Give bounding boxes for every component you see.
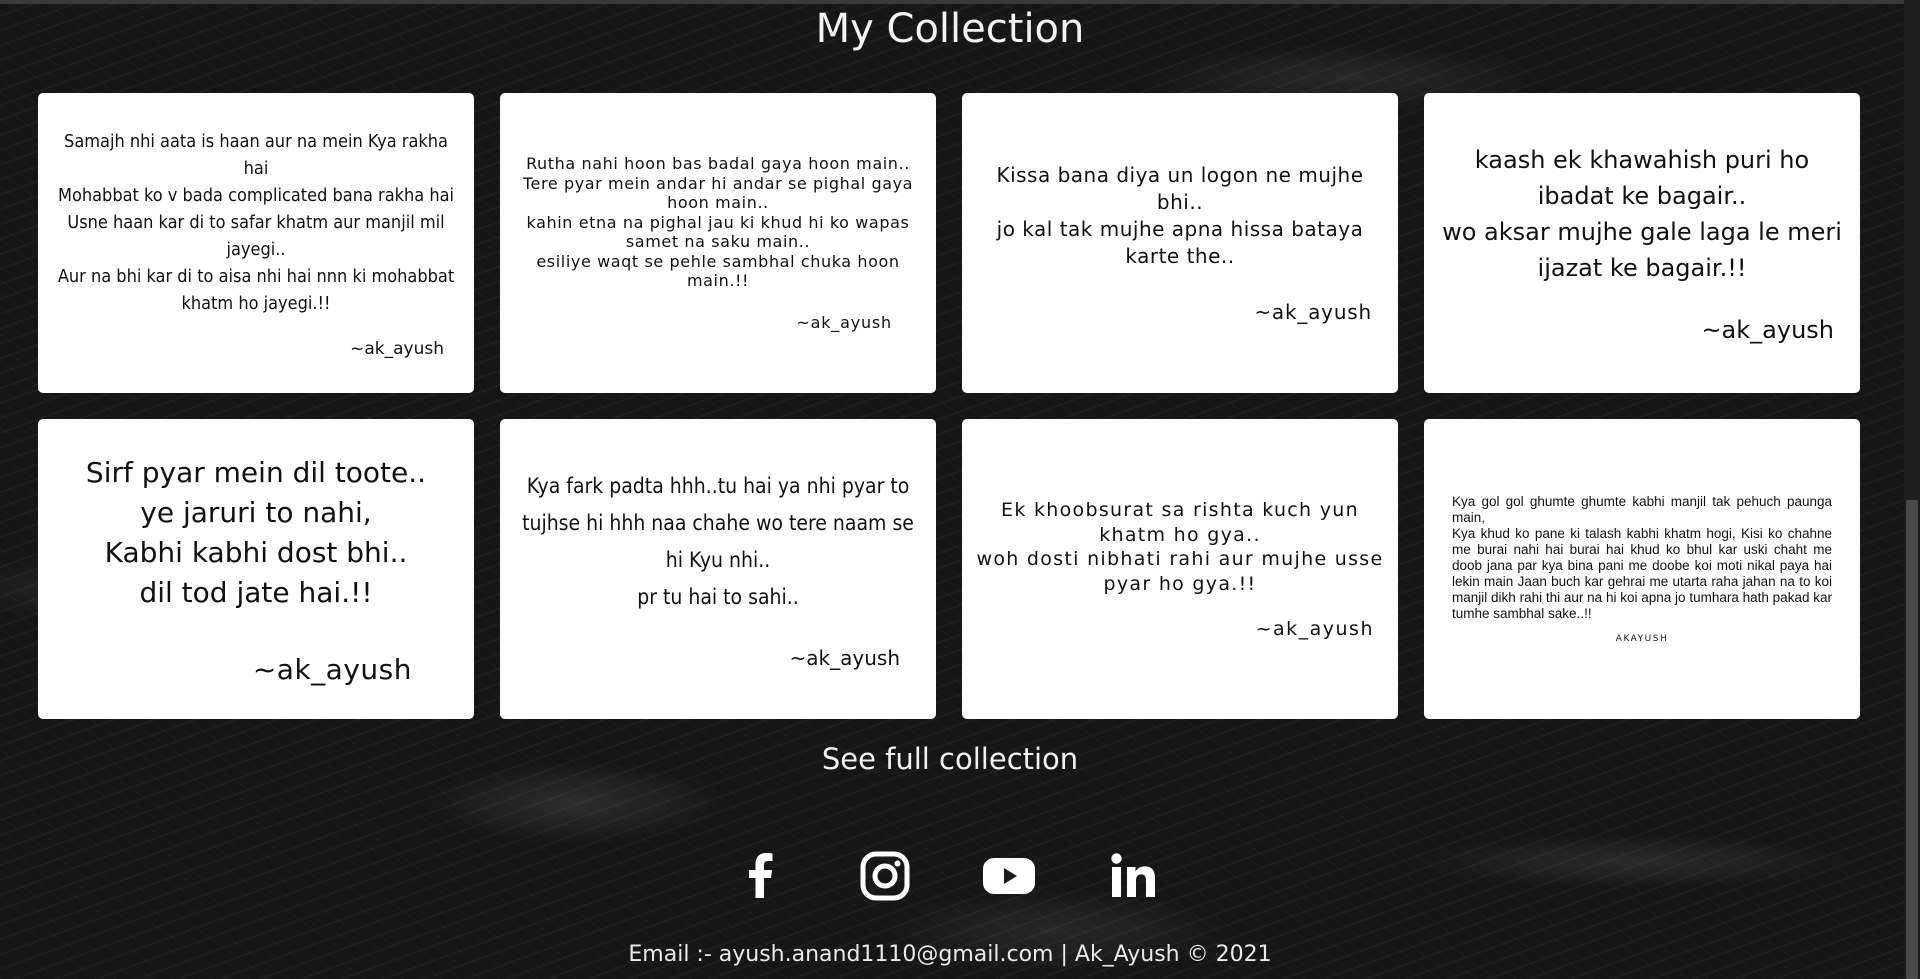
scrollbar-thumb[interactable] — [1906, 500, 1918, 979]
facebook-link[interactable] — [733, 848, 789, 904]
poem-signature: ~ak_ayush — [1254, 300, 1372, 324]
footer-text: Email :- ayush.anand1110@gmail.com | Ak_… — [628, 942, 1272, 967]
poem-signature: ~ak_ayush — [796, 312, 892, 332]
poem-card[interactable]: Ek khoobsurat sa rishta kuch yun khatm h… — [962, 419, 1398, 719]
poem-card[interactable]: Kya gol gol ghumte ghumte kabhi manjil t… — [1424, 419, 1860, 719]
youtube-icon — [983, 858, 1035, 894]
poem-card[interactable]: kaash ek khawahish puri ho ibadat ke bag… — [1424, 93, 1860, 393]
poem-text: Kya gol gol ghumte ghumte kabhi manjil t… — [1452, 494, 1832, 621]
poem-card[interactable]: Samajh nhi aata is haan aur na mein Kya … — [38, 93, 474, 393]
poem-text: kaash ek khawahish puri ho ibadat ke bag… — [1442, 146, 1842, 282]
poem-signature: ~ak_ayush — [252, 652, 412, 686]
section-title: My Collection — [815, 6, 1085, 52]
poem-card[interactable]: Sirf pyar mein dil toote.. ye jaruri to … — [38, 419, 474, 719]
poem-text: Ek khoobsurat sa rishta kuch yun khatm h… — [976, 499, 1384, 595]
instagram-icon — [860, 851, 910, 901]
poem-text: Samajh nhi aata is haan aur na mein Kya … — [57, 130, 455, 314]
poem-signature: ~ak_ayush — [1701, 316, 1834, 344]
collection-grid: Samajh nhi aata is haan aur na mein Kya … — [38, 93, 1862, 719]
social-links — [733, 848, 1155, 904]
facebook-icon — [749, 853, 773, 898]
poem-signature: ~ak_ayush — [350, 338, 444, 359]
instagram-link[interactable] — [857, 848, 913, 904]
poem-signature: AKAYUSH — [1615, 634, 1669, 644]
see-full-collection-link[interactable]: See full collection — [0, 742, 1900, 776]
poem-card[interactable]: Kissa bana diya un logon ne mujhe bhi.. … — [962, 93, 1398, 393]
poem-signature: ~ak_ayush — [789, 646, 900, 670]
poem-signature: ~ak_ayush — [1255, 618, 1374, 640]
poem-card[interactable]: Rutha nahi hoon bas badal gaya hoon main… — [500, 93, 936, 393]
poem-text: Kissa bana diya un logon ne mujhe bhi.. … — [996, 163, 1364, 268]
linkedin-icon — [1111, 853, 1155, 897]
youtube-link[interactable] — [981, 848, 1037, 904]
top-bar — [0, 0, 1920, 4]
poem-card[interactable]: Kya fark padta hhh..tu hai ya nhi pyar t… — [500, 419, 936, 719]
poem-text: Rutha nahi hoon bas badal gaya hoon main… — [522, 154, 914, 291]
poem-text: Kya fark padta hhh..tu hai ya nhi pyar t… — [522, 474, 914, 609]
scrollbar[interactable] — [1904, 0, 1920, 979]
linkedin-link[interactable] — [1105, 848, 1161, 904]
poem-text: Sirf pyar mein dil toote.. ye jaruri to … — [85, 455, 427, 609]
